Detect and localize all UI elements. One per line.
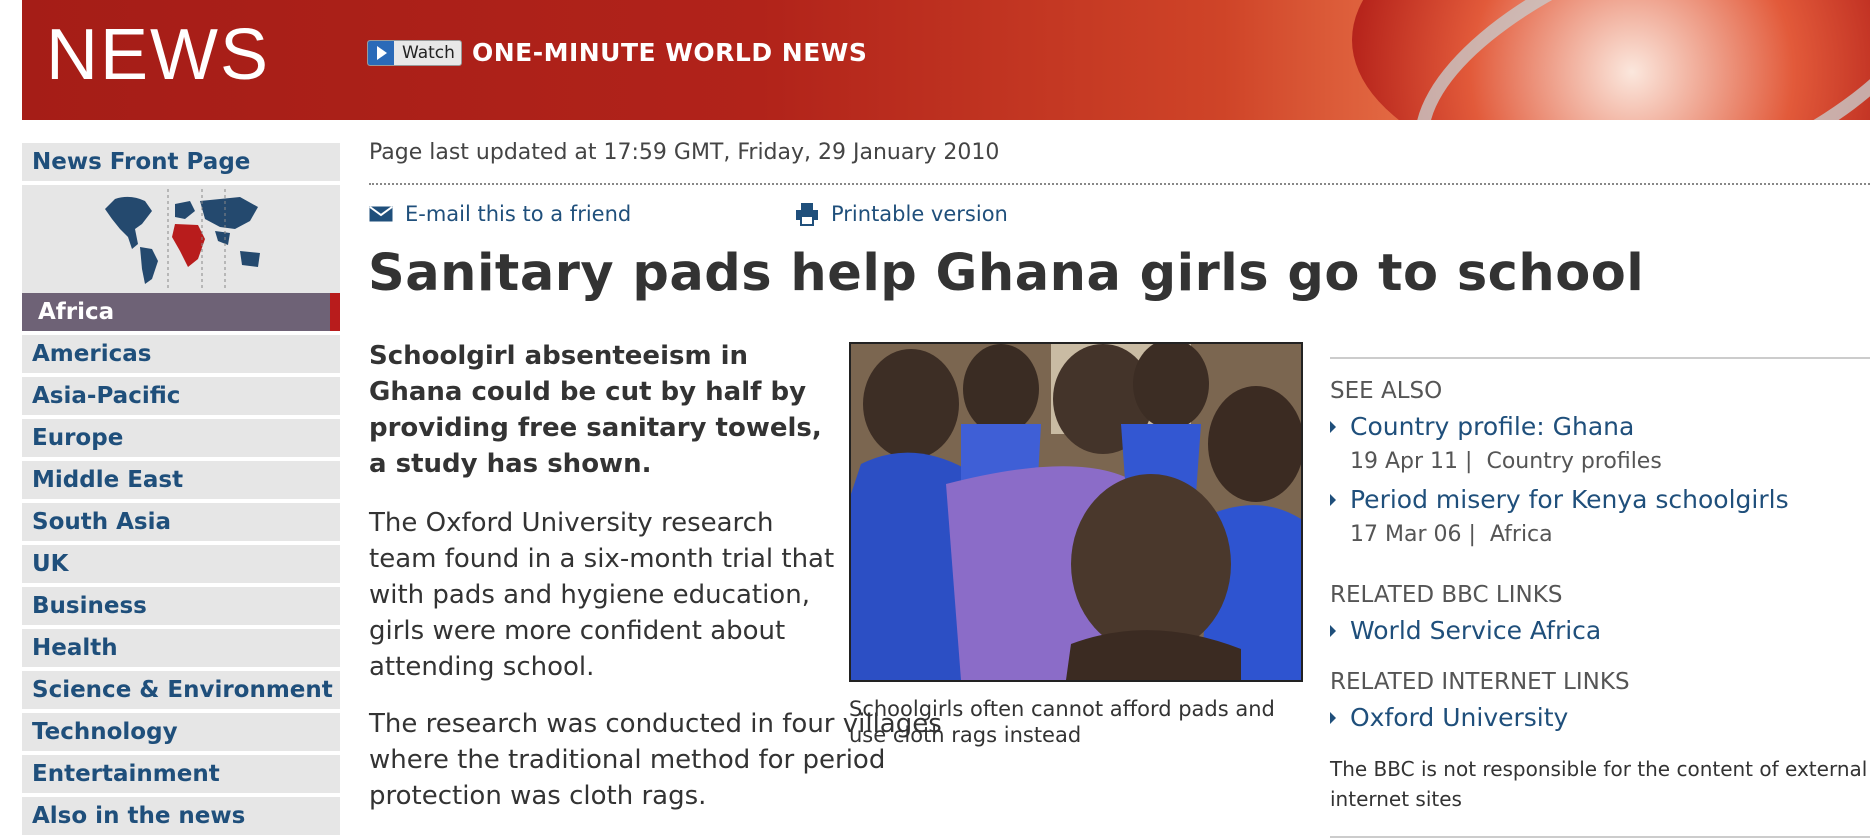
related-bbc-link[interactable]: World Service Africa: [1330, 616, 1601, 645]
watch-promo[interactable]: Watch ONE-MINUTE WORLD NEWS: [367, 38, 867, 67]
last-updated: Page last updated at 17:59 GMT, Friday, …: [369, 140, 1000, 165]
nav-middle-east[interactable]: Middle East: [22, 461, 340, 499]
see-also-meta: 19 Apr 11 | Country profiles: [1350, 449, 1662, 474]
nav-also-in-the-news[interactable]: Also in the news: [22, 797, 340, 835]
section-nav: News Front Page Africa Americas Asia-Pac…: [22, 143, 340, 839]
nav-science-environment[interactable]: Science & Environment: [22, 671, 340, 709]
nav-technology[interactable]: Technology: [22, 713, 340, 751]
article-headline: Sanitary pads help Ghana girls go to sch…: [368, 244, 1645, 303]
email-link[interactable]: E-mail this to a friend: [369, 202, 631, 226]
nav-front-page[interactable]: News Front Page: [22, 143, 340, 181]
photo-caption: Schoolgirls often cannot afford pads and…: [849, 697, 1275, 747]
see-also-link[interactable]: Country profile: Ghana: [1330, 412, 1634, 441]
bullet-arrow-icon: [1330, 624, 1336, 637]
see-also-heading: SEE ALSO: [1330, 378, 1443, 404]
world-map[interactable]: [22, 185, 340, 293]
news-logo[interactable]: NEWS: [46, 14, 270, 96]
world-map-icon: [105, 189, 260, 289]
header-banner: NEWS Watch ONE-MINUTE WORLD NEWS: [22, 0, 1870, 120]
right-column-divider: [1330, 836, 1870, 838]
nav-entertainment[interactable]: Entertainment: [22, 755, 340, 793]
related-internet-heading: RELATED INTERNET LINKS: [1330, 669, 1630, 695]
article-photo: [849, 342, 1303, 682]
nav-africa[interactable]: Africa: [22, 293, 340, 331]
see-also-meta: 17 Mar 06 | Africa: [1350, 522, 1553, 547]
article-paragraph: The Oxford University research team foun…: [369, 508, 835, 682]
print-link[interactable]: Printable version: [795, 202, 1008, 226]
play-icon: [368, 40, 394, 65]
printer-icon: [796, 203, 818, 226]
bullet-arrow-icon: [1330, 493, 1336, 506]
nav-south-asia[interactable]: South Asia: [22, 503, 340, 541]
divider: [369, 183, 1870, 185]
watch-title[interactable]: ONE-MINUTE WORLD NEWS: [472, 38, 867, 67]
schoolgirls-image: [851, 344, 1301, 680]
nav-health[interactable]: Health: [22, 629, 340, 667]
related-bbc-heading: RELATED BBC LINKS: [1330, 582, 1563, 608]
article-intro: Schoolgirl absenteeism in Ghana could be…: [369, 341, 822, 479]
nav-uk[interactable]: UK: [22, 545, 340, 583]
watch-label: Watch: [402, 42, 455, 63]
nav-americas[interactable]: Americas: [22, 335, 340, 373]
see-also-link[interactable]: Period misery for Kenya schoolgirls: [1330, 485, 1789, 514]
external-disclaimer: The BBC is not responsible for the conte…: [1330, 757, 1868, 811]
nav-europe[interactable]: Europe: [22, 419, 340, 457]
email-label: E-mail this to a friend: [405, 202, 632, 226]
envelope-icon: [369, 206, 393, 222]
bullet-arrow-icon: [1330, 420, 1336, 433]
right-column-divider: [1330, 357, 1870, 359]
watch-button[interactable]: Watch: [367, 39, 462, 66]
nav-business[interactable]: Business: [22, 587, 340, 625]
print-label: Printable version: [831, 202, 1008, 226]
bullet-arrow-icon: [1330, 711, 1336, 724]
related-internet-link[interactable]: Oxford University: [1330, 703, 1568, 732]
nav-asia-pacific[interactable]: Asia-Pacific: [22, 377, 340, 415]
